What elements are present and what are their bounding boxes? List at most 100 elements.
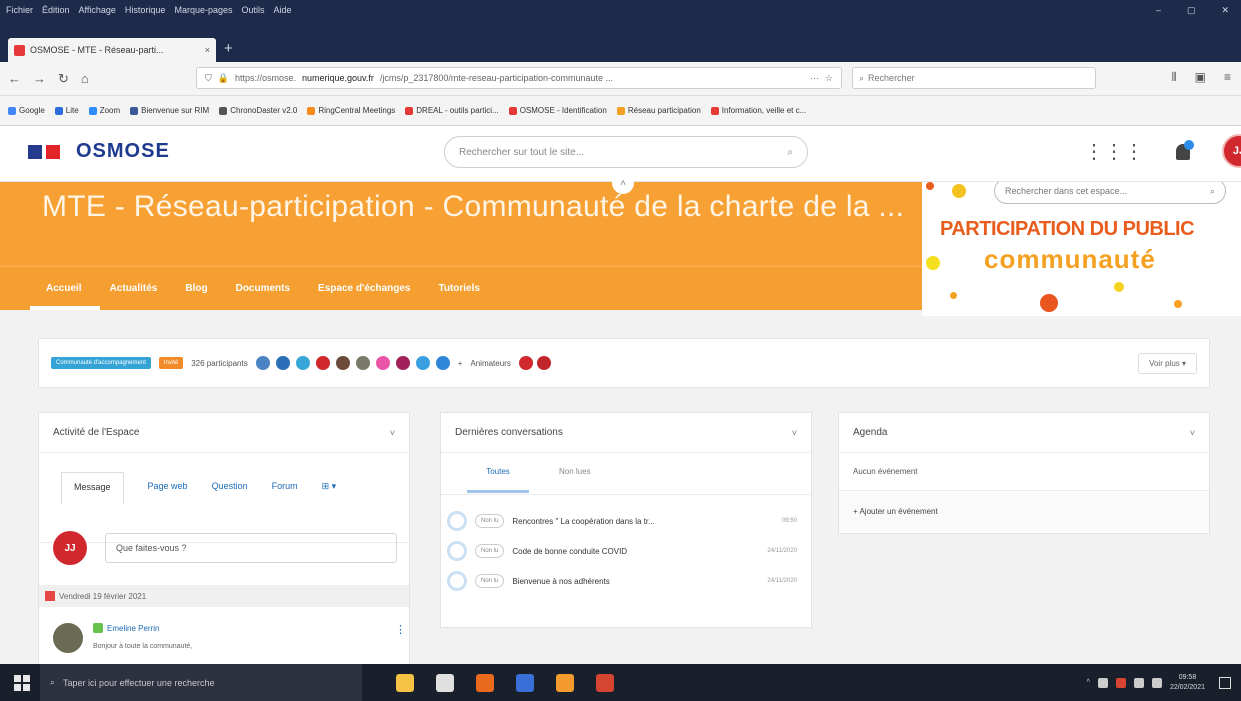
message-input[interactable]: Que faites-vous ? bbox=[105, 533, 397, 563]
manager-avatar[interactable] bbox=[518, 356, 533, 370]
space-banner: MTE - Réseau-participation - Communauté … bbox=[0, 182, 922, 310]
add-event-button[interactable]: + Ajouter un événement bbox=[839, 491, 1209, 531]
bookmark-item[interactable]: Réseau participation bbox=[616, 106, 701, 115]
space-nav-accueil[interactable]: Accueil bbox=[46, 283, 82, 294]
conversation-item[interactable]: Non lu Code de bonne conduite COVID 24/11/… bbox=[441, 537, 811, 565]
space-search-input[interactable]: Rechercher dans cet espace... ⌕ bbox=[994, 182, 1226, 204]
space-nav-documents[interactable]: Documents bbox=[236, 283, 290, 294]
menu-item-marque-pages[interactable]: Marque-pages bbox=[174, 5, 232, 15]
space-nav-actualites[interactable]: Actualités bbox=[110, 283, 158, 294]
participant-avatar[interactable] bbox=[295, 356, 310, 370]
browser-tab-osmose[interactable]: OSMOSE - MTE - Réseau-parti... × bbox=[8, 38, 216, 62]
menu-item-outils[interactable]: Outils bbox=[242, 5, 265, 15]
menu-item-historique[interactable]: Historique bbox=[125, 5, 166, 15]
participant-avatar[interactable] bbox=[275, 356, 290, 370]
participant-avatar[interactable] bbox=[315, 356, 330, 370]
menu-item-edition[interactable]: Édition bbox=[42, 5, 70, 15]
participant-avatar[interactable] bbox=[355, 356, 370, 370]
star-icon[interactable]: ☆ bbox=[825, 73, 833, 84]
space-nav-tutoriels[interactable]: Tutoriels bbox=[438, 283, 479, 294]
tray-up-icon[interactable]: ^ bbox=[1087, 679, 1090, 686]
conversations-panel-title: Dernières conversations bbox=[455, 427, 563, 438]
taskbar-app-icon[interactable] bbox=[596, 673, 614, 692]
author-name[interactable]: Emeline Perrin bbox=[93, 623, 192, 633]
home-icon[interactable]: ⌂ bbox=[81, 71, 89, 86]
taskbar-app-icon[interactable] bbox=[396, 673, 414, 692]
site-search-input[interactable]: Rechercher sur tout le site... ⌕ bbox=[444, 136, 808, 168]
see-more-button[interactable]: Voir plus ▾ bbox=[1138, 352, 1197, 374]
chevron-down-icon[interactable]: ˅ bbox=[390, 428, 395, 438]
space-nav-blog[interactable]: Blog bbox=[185, 283, 207, 294]
tray-app-icon[interactable] bbox=[1115, 677, 1126, 688]
activity-panel-title: Activité de l'Espace bbox=[53, 427, 140, 438]
taskbar-search-input[interactable]: ⌕ Taper ici pour effectuer une recherche bbox=[40, 664, 362, 701]
tab-message[interactable]: Message bbox=[61, 472, 124, 504]
menu-icon[interactable]: ≡ bbox=[1224, 70, 1231, 85]
shield-icon: ⛉ bbox=[205, 72, 212, 83]
chevron-down-icon[interactable]: ˅ bbox=[1190, 428, 1195, 438]
menu-item-affichage[interactable]: Affichage bbox=[79, 5, 116, 15]
bookmark-item[interactable]: RingCentral Meetings bbox=[307, 106, 395, 115]
user-avatar[interactable]: JJ bbox=[1222, 134, 1241, 168]
bookmark-label: Réseau participation bbox=[627, 106, 701, 115]
bookmark-item[interactable]: OSMOSE - Identification bbox=[508, 106, 607, 115]
network-icon[interactable] bbox=[1133, 677, 1144, 688]
url-bar[interactable]: ⛉ 🔒 https://osmose. numerique.gouv.fr/jcm… bbox=[196, 67, 842, 89]
maximize-button[interactable]: ▢ bbox=[1187, 5, 1196, 16]
tab-non-lues[interactable]: Non lues bbox=[559, 467, 591, 494]
page-actions-icon[interactable]: ··· bbox=[810, 73, 819, 83]
participant-avatar[interactable] bbox=[395, 356, 410, 370]
taskbar-app-icon[interactable] bbox=[436, 673, 454, 692]
apps-grid-icon[interactable]: ⋮⋮⋮ bbox=[1084, 139, 1144, 164]
site-header: OSMOSE Rechercher sur tout le site... ⌕ … bbox=[0, 126, 1241, 182]
tray-app-icon[interactable] bbox=[1097, 677, 1108, 688]
participant-avatar[interactable] bbox=[375, 356, 390, 370]
volume-icon[interactable] bbox=[1151, 677, 1162, 688]
close-window-button[interactable]: ✕ bbox=[1221, 5, 1229, 16]
participant-avatar[interactable] bbox=[335, 356, 350, 370]
new-tab-button[interactable]: + bbox=[224, 40, 233, 57]
back-icon[interactable]: ← bbox=[8, 71, 21, 86]
bookmark-item[interactable]: Zoom bbox=[88, 106, 120, 115]
manager-avatar[interactable] bbox=[536, 356, 551, 370]
space-nav-espace-echanges[interactable]: Espace d'échanges bbox=[318, 283, 410, 294]
menu-item-aide[interactable]: Aide bbox=[274, 5, 292, 15]
bookmark-item[interactable]: Information, veille et c... bbox=[710, 106, 806, 115]
taskbar-app-icon[interactable] bbox=[516, 673, 534, 692]
forward-icon[interactable]: → bbox=[33, 71, 46, 86]
participant-avatar[interactable] bbox=[435, 356, 450, 370]
tab-toutes[interactable]: Toutes bbox=[467, 467, 529, 493]
participant-avatar[interactable] bbox=[415, 356, 430, 370]
conversation-item[interactable]: Non lu Bienvenue à nos adhérents 24/11/202… bbox=[441, 567, 811, 595]
sidebar-icon[interactable]: ▣ bbox=[1195, 70, 1206, 85]
taskbar-app-icon[interactable] bbox=[476, 673, 494, 692]
author-avatar[interactable] bbox=[53, 623, 83, 653]
item-menu-icon[interactable]: ⋮ bbox=[395, 623, 406, 636]
tab-close-icon[interactable]: × bbox=[205, 45, 210, 55]
agenda-empty: Aucun événement bbox=[839, 453, 1209, 491]
bookmark-item[interactable]: Lite bbox=[54, 106, 79, 115]
taskbar-app-icon[interactable] bbox=[556, 673, 574, 692]
clock[interactable]: 09:58 22/02/2021 bbox=[1170, 673, 1205, 693]
notification-center-icon[interactable] bbox=[1219, 676, 1231, 689]
osmose-logo[interactable]: OSMOSE bbox=[28, 140, 170, 163]
participant-avatar[interactable] bbox=[255, 356, 270, 370]
more-participants-button[interactable]: + bbox=[458, 359, 463, 368]
bookmark-item[interactable]: ChronoDaster v2.0 bbox=[219, 106, 297, 115]
reload-icon[interactable]: ↻ bbox=[58, 71, 69, 87]
minimize-button[interactable]: – bbox=[1156, 5, 1161, 16]
bookmark-item[interactable]: Bienvenue sur RIM bbox=[130, 106, 209, 115]
bookmark-item[interactable]: DREAL - outils partici... bbox=[405, 106, 499, 115]
conversation-title: Rencontres " La coopération dans la tr..… bbox=[512, 516, 655, 526]
menu-item-fichier[interactable]: Fichier bbox=[6, 5, 33, 15]
windows-start-icon[interactable] bbox=[14, 674, 30, 691]
chevron-down-icon[interactable]: ˅ bbox=[792, 428, 797, 438]
notification-bell-icon[interactable] bbox=[1172, 140, 1194, 162]
day-separator: Vendredi 19 février 2021 bbox=[39, 585, 409, 607]
conversations-panel-header: Dernières conversations ˅ bbox=[441, 413, 811, 453]
conversation-item[interactable]: Non lu Rencontres " La coopération dans l… bbox=[441, 507, 811, 535]
participants-count[interactable]: 326 participants bbox=[191, 359, 247, 368]
bookmark-item[interactable]: Google bbox=[8, 106, 45, 115]
browser-search-input[interactable]: ⌕ Rechercher bbox=[852, 67, 1096, 89]
library-icon[interactable]: ⫴ bbox=[1172, 70, 1177, 85]
